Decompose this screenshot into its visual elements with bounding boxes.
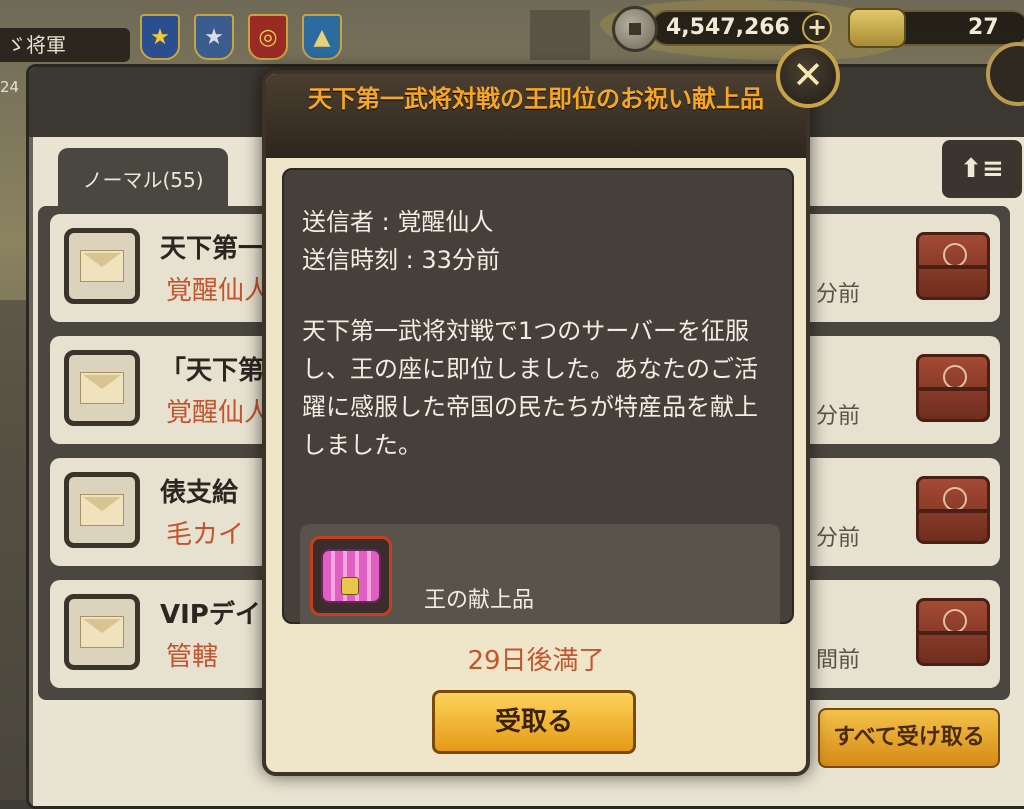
add-coins-button[interactable]: + — [802, 13, 832, 43]
modal-header: 天下第一武将対戦の王即位のお祝い献上品 — [266, 74, 806, 158]
mail-sender: 覚醒仙人 — [166, 276, 271, 306]
mail-time: 分前 — [815, 282, 860, 307]
mail-sender: 管轄 — [166, 642, 219, 672]
envelope-frame — [64, 350, 140, 426]
mail-time: 分前 — [815, 526, 860, 551]
sort-button[interactable]: ⬆≡ — [942, 140, 1022, 198]
mail-time: 間前 — [815, 648, 860, 673]
message-box: 送信者 : 覚醒仙人 送信時刻 : 33分前 天下第一武将対戦で1つのサーバーを… — [282, 168, 794, 624]
coin-amount: 4,547,266 — [666, 15, 790, 40]
reward-name: 王の献上品 — [424, 588, 535, 613]
mail-title: VIPデイ — [160, 600, 261, 630]
mail-sender: 毛カイ — [166, 520, 245, 550]
modal-title: 天下第一武将対戦の王即位のお祝い献上品 — [308, 85, 764, 113]
mail-title: 天下第一 — [160, 234, 265, 264]
silver-star-badge-icon[interactable]: ★ — [194, 14, 234, 60]
tab-normal[interactable]: ノーマル(55) — [58, 148, 228, 212]
level-indicator: 24 — [0, 78, 20, 96]
mountain-badge-icon[interactable]: ▲ — [302, 14, 342, 60]
ring-badge-icon[interactable]: ◎ — [248, 14, 288, 60]
receive-button[interactable]: 受取る — [432, 690, 636, 754]
mail-detail-modal: 天下第一武将対戦の王即位のお祝い献上品 送信者 : 覚醒仙人 送信時刻 : 33… — [262, 70, 810, 776]
reward-strip: 王の献上品 — [300, 524, 780, 624]
envelope-icon — [80, 372, 124, 404]
expire-text: 29日後満了 — [467, 646, 605, 676]
envelope-icon — [80, 616, 124, 648]
lock-icon — [341, 577, 359, 595]
envelope-icon — [80, 250, 124, 282]
envelope-icon — [80, 494, 124, 526]
reward-item[interactable] — [310, 536, 392, 616]
sender-line: 送信者 : 覚醒仙人 — [302, 208, 494, 236]
message-text: 天下第一武将対戦で1つのサーバーを征服し、王の座に即位しました。あなたのご活躍に… — [302, 317, 758, 459]
envelope-frame — [64, 228, 140, 304]
collect-all-button[interactable]: すべて受け取る — [818, 708, 1000, 768]
mail-title: 俵支給 — [160, 478, 239, 508]
close-icon[interactable]: ✕ — [776, 44, 840, 108]
time-line: 送信時刻 : 33分前 — [302, 246, 500, 274]
top-bar: ゞ将軍 ★ ★ ◎ ▲ 4,547,266 + 27 — [0, 0, 1024, 62]
sort-icon: ⬆≡ — [960, 154, 1004, 184]
treasure-chest-icon — [916, 354, 990, 422]
scroll-icon — [848, 8, 906, 48]
envelope-frame — [64, 594, 140, 670]
rank-title: ゞ将軍 — [0, 28, 130, 62]
mail-sender: 覚醒仙人 — [166, 398, 271, 428]
tab-normal-label: ノーマル(55) — [82, 168, 204, 192]
coin-icon — [612, 6, 658, 52]
treasure-chest-icon — [916, 232, 990, 300]
envelope-frame — [64, 472, 140, 548]
treasure-chest-icon — [916, 476, 990, 544]
star-badge-icon[interactable]: ★ — [140, 14, 180, 60]
scroll-amount: 27 — [968, 15, 999, 40]
treasure-chest-icon — [916, 598, 990, 666]
mail-time: 分前 — [815, 404, 860, 429]
mail-title: 「天下第 — [160, 356, 265, 386]
